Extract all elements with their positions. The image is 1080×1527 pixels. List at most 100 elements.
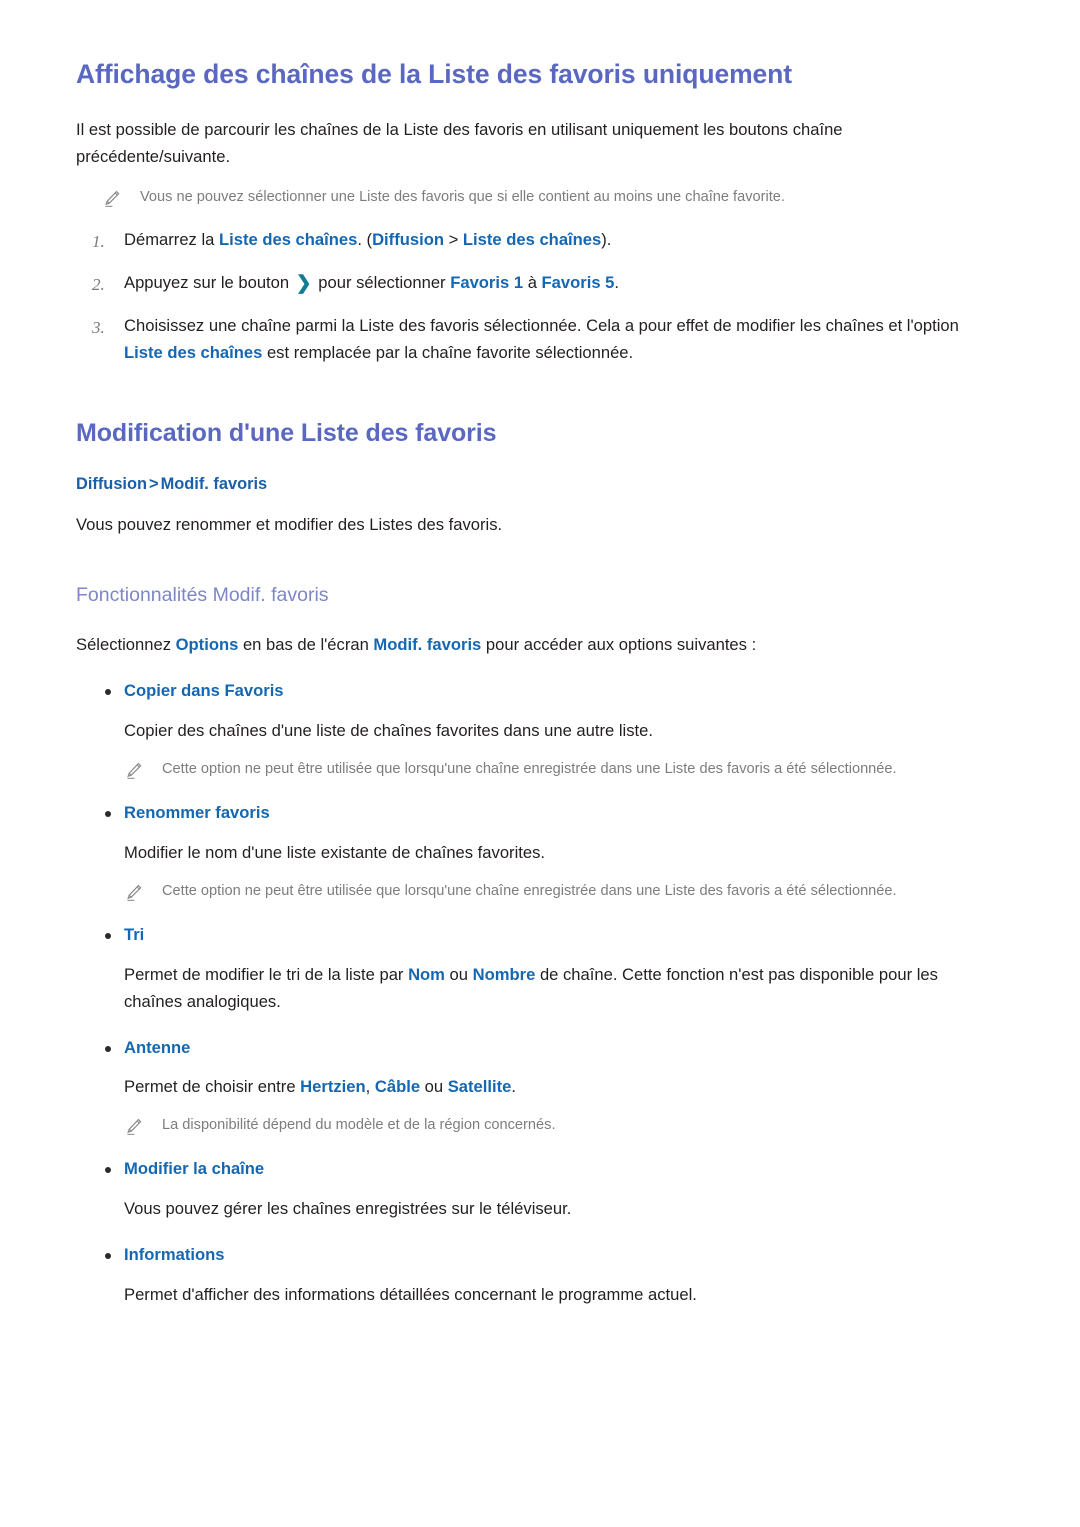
inline-text: pour sélectionner bbox=[313, 272, 451, 292]
list-item: 3. Choisissez une chaîne parmi la Liste … bbox=[76, 313, 1000, 367]
inline-text: . bbox=[511, 1077, 516, 1097]
inline-term: Favoris 5 bbox=[541, 272, 615, 292]
option-item: Modifier la chaîne Vous pouvez gérer les… bbox=[76, 1157, 1000, 1223]
option-label-text: Copier dans Favoris bbox=[124, 681, 284, 701]
chevron-right-icon: ❯ bbox=[295, 272, 312, 294]
inline-text: Sélectionnez bbox=[76, 635, 176, 655]
inline-text: ). bbox=[601, 229, 612, 249]
section-affichage-chaines: Affichage des chaînes de la Liste des fa… bbox=[76, 58, 1000, 366]
breadcrumb-separator: > bbox=[149, 474, 159, 493]
inline-text: Vous pouvez gérer les chaînes enregistré… bbox=[124, 1199, 572, 1219]
inline-term: Liste des chaînes bbox=[218, 229, 358, 249]
page-content: Affichage des chaînes de la Liste des fa… bbox=[0, 0, 1080, 1309]
option-label-text: Tri bbox=[124, 924, 145, 944]
option-description: Permet de choisir entre Hertzien, Câble … bbox=[76, 1074, 1000, 1101]
option-item: Renommer favoris Modifier le nom d'une l… bbox=[76, 801, 1000, 903]
inline-text: pour accéder aux options suivantes : bbox=[481, 635, 757, 655]
document-page: Affichage des chaînes de la Liste des fa… bbox=[0, 0, 1080, 1527]
bullet-dot-icon bbox=[105, 811, 111, 818]
note-row: La disponibilité dépend du modèle et de … bbox=[76, 1115, 1000, 1137]
inline-term: Nombre bbox=[472, 964, 536, 984]
option-label-text: Antenne bbox=[124, 1037, 191, 1057]
option-description: Permet de modifier le tri de la liste pa… bbox=[76, 962, 1000, 1016]
breadcrumb-item-modif-favoris: Modif. favoris bbox=[160, 474, 268, 493]
list-item: 2. Appuyez sur le bouton ❯ pour sélectio… bbox=[76, 270, 1000, 297]
option-label: Antenne bbox=[76, 1036, 1000, 1061]
section1-intro-paragraph: Il est possible de parcourir les chaînes… bbox=[76, 120, 843, 166]
inline-term: Modif. favoris bbox=[373, 635, 482, 655]
pencil-icon bbox=[124, 759, 146, 781]
option-item: Tri Permet de modifier le tri de la list… bbox=[76, 923, 1000, 1016]
inline-text: en bas de l'écran bbox=[238, 635, 374, 655]
inline-text: Permet de choisir entre bbox=[124, 1077, 301, 1097]
inline-term: Diffusion bbox=[372, 229, 444, 249]
inline-text: , bbox=[365, 1077, 375, 1097]
bullet-dot-icon bbox=[105, 689, 111, 696]
inline-term: Liste des chaînes bbox=[124, 342, 263, 362]
step-text: Appuyez sur le bouton ❯ pour sélectionne… bbox=[124, 272, 620, 294]
section2-intro-paragraph: Vous pouvez renommer et modifier des Lis… bbox=[76, 515, 503, 535]
breadcrumb: Diffusion > Modif. favoris bbox=[76, 472, 1000, 497]
option-item: Copier dans Favoris Copier des chaînes d… bbox=[76, 679, 1000, 781]
option-label: Copier dans Favoris bbox=[76, 679, 1000, 704]
option-label: Renommer favoris bbox=[76, 801, 1000, 826]
step-text: Choisissez une chaîne parmi la Liste des… bbox=[124, 316, 959, 362]
inline-text: > bbox=[443, 229, 463, 249]
option-description: Copier des chaînes d'une liste de chaîne… bbox=[76, 718, 1000, 745]
inline-text: Appuyez sur le bouton bbox=[124, 272, 294, 292]
option-item: Informations Permet d'afficher des infor… bbox=[76, 1243, 1000, 1309]
step-text: Démarrez la Liste des chaînes. (Diffusio… bbox=[124, 230, 611, 249]
inline-term: Options bbox=[175, 635, 239, 655]
inline-text: Permet d'afficher des informations détai… bbox=[124, 1284, 697, 1304]
inline-text: ou bbox=[420, 1077, 448, 1097]
note-row: Cette option ne peut être utilisée que l… bbox=[76, 881, 1000, 903]
option-label-text: Renommer favoris bbox=[124, 803, 270, 823]
bullet-dot-icon bbox=[105, 932, 111, 939]
option-label: Tri bbox=[76, 923, 1000, 948]
step-number: 1. bbox=[92, 231, 105, 251]
option-description: Permet d'afficher des informations détai… bbox=[76, 1282, 1000, 1309]
inline-text: . bbox=[614, 272, 620, 292]
inline-term: Liste des chaînes bbox=[462, 229, 602, 249]
inline-term: Nom bbox=[408, 964, 445, 984]
option-description: Vous pouvez gérer les chaînes enregistré… bbox=[76, 1196, 1000, 1223]
inline-term: Satellite bbox=[447, 1077, 512, 1097]
option-description: Modifier le nom d'une liste existante de… bbox=[76, 840, 1000, 867]
note-text: La disponibilité dépend du modèle et de … bbox=[162, 1117, 556, 1134]
step-number: 2. bbox=[92, 274, 105, 294]
bullet-dot-icon bbox=[105, 1045, 111, 1052]
breadcrumb-item-diffusion: Diffusion bbox=[76, 474, 148, 493]
bullet-dot-icon bbox=[105, 1167, 111, 1174]
options-lead-paragraph: Sélectionnez Options en bas de l'écran M… bbox=[76, 632, 1000, 659]
bullet-dot-icon bbox=[105, 1253, 111, 1260]
page-title: Affichage des chaînes de la Liste des fa… bbox=[76, 59, 792, 89]
option-label-text: Modifier la chaîne bbox=[124, 1159, 265, 1179]
inline-text: à bbox=[523, 272, 542, 292]
pencil-icon bbox=[124, 1115, 146, 1137]
section-modification-liste-favoris: Modification d'une Liste des favoris Dif… bbox=[76, 418, 1000, 1308]
inline-term: Hertzien bbox=[300, 1077, 366, 1097]
inline-text: Démarrez la bbox=[124, 229, 219, 249]
list-item: 1. Démarrez la Liste des chaînes. (Diffu… bbox=[76, 227, 1000, 254]
note-text: Vous ne pouvez sélectionner une Liste de… bbox=[140, 188, 785, 205]
note-text: Cette option ne peut être utilisée que l… bbox=[162, 761, 897, 778]
inline-text: Choisissez une chaîne parmi la Liste des… bbox=[124, 315, 959, 335]
option-label-text: Informations bbox=[124, 1245, 225, 1265]
inline-text: est remplacée par la chaîne favorite sél… bbox=[262, 342, 634, 362]
inline-text: . ( bbox=[357, 229, 373, 249]
note-row: Cette option ne peut être utilisée que l… bbox=[76, 759, 1000, 781]
option-label: Modifier la chaîne bbox=[76, 1157, 1000, 1182]
inline-term: Favoris 1 bbox=[450, 272, 524, 292]
inline-text: ou bbox=[444, 964, 473, 984]
pencil-icon bbox=[102, 187, 124, 209]
inline-text: Permet de modifier le tri de la liste pa… bbox=[124, 964, 409, 984]
subsection-title: Fonctionnalités Modif. favoris bbox=[76, 584, 329, 607]
option-item: Antenne Permet de choisir entre Hertzien… bbox=[76, 1036, 1000, 1138]
section-title: Modification d'une Liste des favoris bbox=[76, 419, 497, 448]
note-text: Cette option ne peut être utilisée que l… bbox=[162, 882, 897, 899]
inline-term: Câble bbox=[374, 1077, 421, 1097]
numbered-steps-list: 1. Démarrez la Liste des chaînes. (Diffu… bbox=[76, 227, 1000, 367]
note-row: Vous ne pouvez sélectionner une Liste de… bbox=[76, 187, 1000, 209]
pencil-icon bbox=[124, 881, 146, 903]
step-number: 3. bbox=[92, 317, 105, 337]
